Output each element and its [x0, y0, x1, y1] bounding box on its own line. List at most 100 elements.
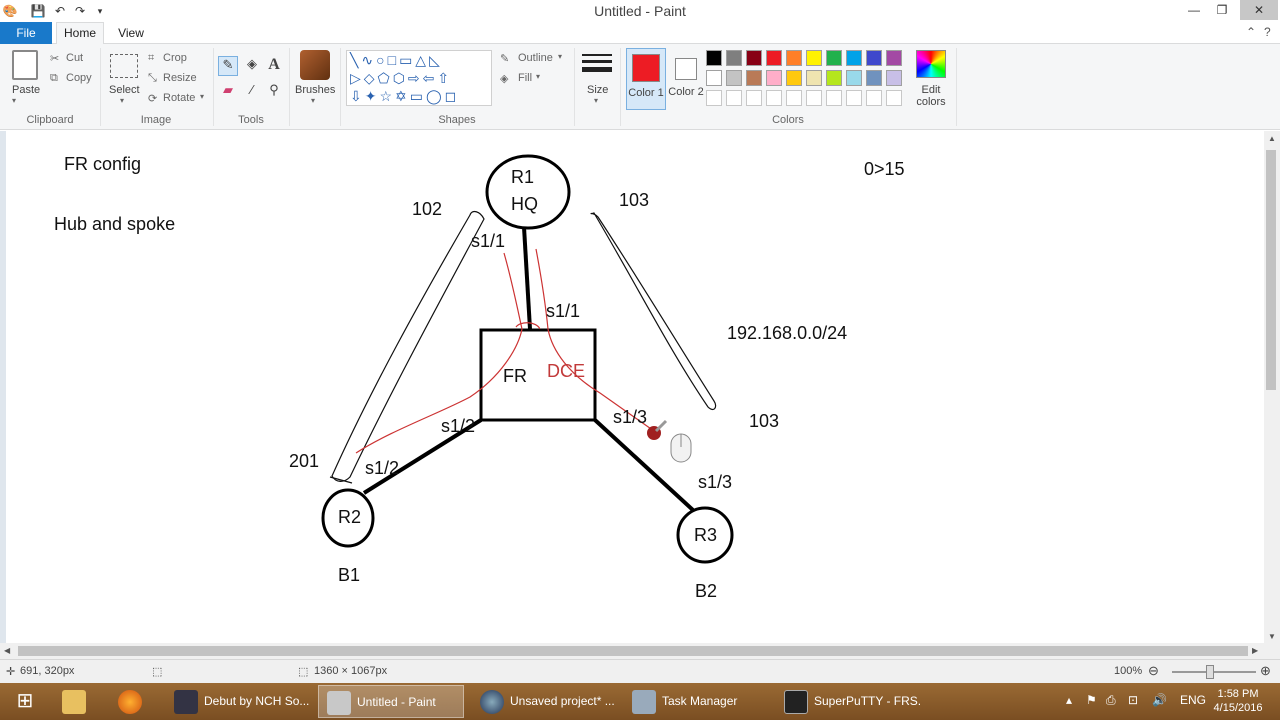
collapse-ribbon-icon[interactable]: ⌃ [1246, 25, 1256, 39]
fill-button[interactable]: Fill [518, 72, 532, 84]
help-icon[interactable]: ? [1264, 25, 1271, 39]
palette-swatch[interactable] [706, 70, 722, 86]
fill-bucket-icon[interactable]: ◈ [242, 56, 262, 76]
taskbar-item-paint[interactable]: Untitled - Paint [318, 685, 464, 718]
tray-flag-icon[interactable]: ⚑ [1086, 693, 1097, 707]
palette-empty-slot[interactable] [806, 90, 822, 106]
color2-button[interactable]: Color 2 [668, 48, 704, 110]
tray-language[interactable]: ENG [1180, 693, 1206, 707]
palette-swatch[interactable] [886, 70, 902, 86]
tab-home[interactable]: Home [56, 22, 104, 45]
palette-swatch[interactable] [786, 70, 802, 86]
chevron-down-icon[interactable]: ▾ [594, 96, 598, 105]
chevron-down-icon[interactable]: ▾ [558, 52, 562, 61]
size-icon[interactable] [582, 52, 612, 80]
palette-swatch[interactable] [806, 70, 822, 86]
palette-empty-slot[interactable] [746, 90, 762, 106]
taskbar-item-task-manager[interactable]: Task Manager [624, 685, 770, 718]
tray-network-icon[interactable]: ⊡ [1128, 693, 1138, 707]
palette-swatch[interactable] [706, 50, 722, 66]
rotate-button[interactable]: Rotate [163, 92, 195, 104]
taskbar-item-unsaved-project[interactable]: Unsaved project* ... [472, 685, 618, 718]
paste-button[interactable]: Paste [12, 84, 40, 96]
chevron-down-icon[interactable]: ▾ [536, 72, 540, 81]
paste-icon[interactable] [12, 50, 38, 80]
palette-empty-slot[interactable] [866, 90, 882, 106]
eraser-icon[interactable]: ▰ [218, 82, 238, 102]
close-button[interactable]: ✕ [1240, 0, 1278, 20]
tab-view[interactable]: View [110, 22, 152, 44]
pencil-icon[interactable]: ✎ [218, 56, 238, 76]
crop-button[interactable]: Crop [163, 52, 187, 64]
file-explorer-icon[interactable] [54, 685, 100, 718]
palette-empty-slot[interactable] [826, 90, 842, 106]
scroll-right-icon[interactable]: ▶ [1252, 646, 1258, 655]
palette-empty-slot[interactable] [846, 90, 862, 106]
palette-swatch[interactable] [766, 50, 782, 66]
palette-swatch[interactable] [826, 50, 842, 66]
palette-swatch[interactable] [786, 50, 802, 66]
scroll-up-icon[interactable]: ▲ [1268, 134, 1276, 143]
taskbar-item-superputty[interactable]: SuperPuTTY - FRS... [776, 685, 922, 718]
color-picker-icon[interactable]: ⁄ [242, 82, 262, 102]
text-tool-icon[interactable]: A [264, 56, 284, 76]
tray-clock[interactable]: 1:58 PM 4/15/2016 [1212, 687, 1264, 715]
outline-icon[interactable]: ✎ [500, 52, 509, 65]
select-button[interactable]: Select [109, 84, 140, 96]
edit-colors-icon[interactable] [916, 50, 946, 78]
resize-icon[interactable]: ⤡ [148, 72, 157, 85]
palette-swatch[interactable] [746, 50, 762, 66]
zoom-in-icon[interactable]: ⊕ [1260, 663, 1271, 679]
palette-swatch[interactable] [726, 50, 742, 66]
taskbar-item-debut[interactable]: Debut by NCH So... [166, 685, 312, 718]
outline-button[interactable]: Outline [518, 52, 553, 64]
scroll-left-icon[interactable]: ◀ [4, 646, 10, 655]
brush-icon[interactable] [300, 50, 330, 80]
palette-swatch[interactable] [886, 50, 902, 66]
select-icon[interactable] [110, 54, 138, 78]
tray-volume-icon[interactable]: 🔊 [1152, 693, 1167, 707]
chevron-down-icon[interactable]: ▾ [120, 96, 124, 105]
fill-icon[interactable]: ◈ [500, 72, 508, 85]
tray-arrow-icon[interactable]: ▴ [1066, 693, 1072, 707]
chevron-down-icon[interactable]: ▾ [311, 96, 315, 105]
chevron-down-icon[interactable]: ▾ [200, 92, 204, 101]
palette-swatch[interactable] [806, 50, 822, 66]
palette-swatch[interactable] [826, 70, 842, 86]
palette-empty-slot[interactable] [886, 90, 902, 106]
zoom-slider-track[interactable] [1172, 671, 1256, 673]
magnifier-icon[interactable]: ⚲ [264, 82, 284, 102]
palette-swatch[interactable] [726, 70, 742, 86]
chevron-down-icon[interactable]: ▾ [12, 96, 16, 105]
tab-file[interactable]: File [0, 22, 52, 44]
color1-button[interactable]: Color 1 [626, 48, 666, 110]
palette-swatch[interactable] [746, 70, 762, 86]
zoom-slider-thumb[interactable] [1206, 665, 1214, 679]
palette-swatch[interactable] [866, 50, 882, 66]
tray-hardware-icon[interactable]: ⎙ [1106, 693, 1116, 708]
windows-start-icon[interactable]: ⊞ [0, 685, 50, 718]
scissors-icon[interactable]: ✂ [50, 52, 59, 65]
horizontal-scroll-thumb[interactable] [18, 646, 1248, 656]
palette-empty-slot[interactable] [766, 90, 782, 106]
palette-empty-slot[interactable] [726, 90, 742, 106]
palette-swatch[interactable] [766, 70, 782, 86]
canvas[interactable]: FR config Hub and spoke 0>15 192.168.0.0… [0, 131, 1280, 649]
palette-swatch[interactable] [866, 70, 882, 86]
palette-empty-slot[interactable] [786, 90, 802, 106]
palette-empty-slot[interactable] [706, 90, 722, 106]
vertical-scroll-thumb[interactable] [1266, 150, 1276, 390]
maximize-button[interactable]: ❐ [1208, 0, 1236, 20]
palette-swatch[interactable] [846, 70, 862, 86]
minimize-button[interactable]: — [1180, 0, 1208, 20]
rotate-icon[interactable]: ⟳ [148, 92, 157, 105]
brushes-button[interactable]: Brushes [295, 84, 335, 96]
size-button[interactable]: Size [587, 84, 608, 96]
shapes-gallery[interactable]: ╲∿○□▭△◺ ▷◇⬠⬡⇨⇦⇧ ⇩✦☆✡▭◯◻ [346, 50, 492, 106]
zoom-out-icon[interactable]: ⊖ [1148, 663, 1159, 679]
resize-button[interactable]: Resize [163, 72, 197, 84]
palette-swatch[interactable] [846, 50, 862, 66]
scroll-down-icon[interactable]: ▼ [1268, 632, 1276, 641]
copy-button[interactable]: Copy [66, 72, 92, 84]
edit-colors-button[interactable]: Edit colors [912, 84, 950, 108]
